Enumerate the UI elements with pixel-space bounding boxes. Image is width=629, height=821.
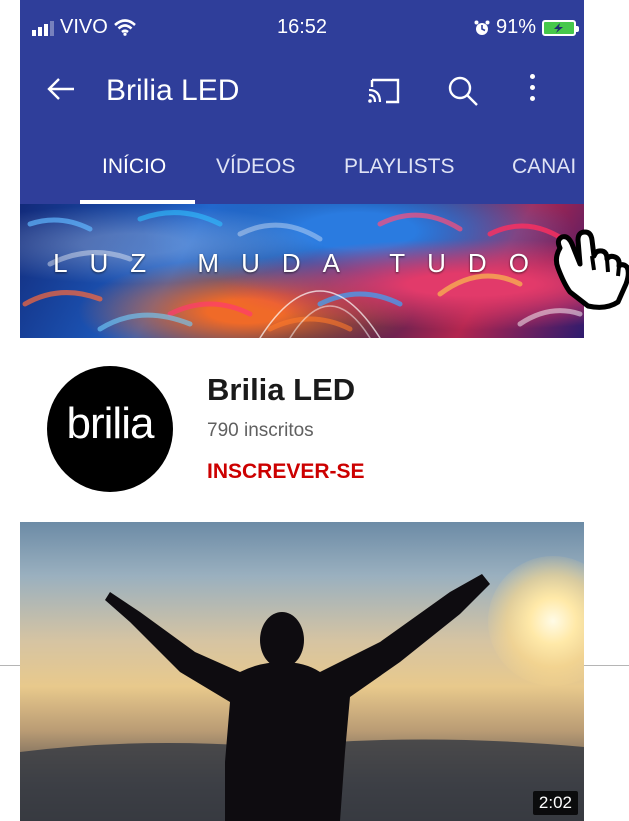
status-bar: VIVO 16:52 91%	[20, 0, 584, 52]
more-vert-icon[interactable]	[528, 74, 536, 107]
app-bar-title: Brilia LED	[106, 74, 240, 107]
alarm-icon	[474, 20, 490, 35]
cast-icon[interactable]	[366, 76, 402, 111]
phone-screen: VIVO 16:52 91% Brilia LED INÍCIO VÍDEOS …	[20, 0, 584, 821]
status-right: 91%	[474, 16, 579, 39]
app-bar: Brilia LED	[20, 52, 584, 130]
right-divider-line	[584, 665, 629, 666]
tab-canais[interactable]: CANAI	[512, 155, 576, 179]
tab-videos[interactable]: VÍDEOS	[216, 155, 295, 179]
channel-tabs: INÍCIO VÍDEOS PLAYLISTS CANAI	[20, 130, 584, 204]
left-divider-line	[0, 665, 20, 666]
video-thumbnail[interactable]: 2:02	[20, 522, 584, 821]
channel-name: Brilia LED	[207, 372, 356, 407]
subscribe-button[interactable]: INSCREVER-SE	[207, 460, 365, 484]
pointing-hand-icon	[553, 229, 629, 310]
back-arrow-icon[interactable]	[46, 74, 76, 110]
subscriber-count: 790 inscritos	[207, 420, 314, 441]
tab-inicio[interactable]: INÍCIO	[102, 155, 166, 179]
person-silhouette	[20, 574, 584, 821]
battery-icon	[542, 19, 579, 36]
tab-playlists[interactable]: PLAYLISTS	[344, 155, 455, 179]
avatar-logo-text: brilia	[66, 399, 155, 448]
video-duration: 2:02	[532, 791, 578, 815]
search-icon[interactable]	[446, 74, 480, 113]
banner-text: LUZ MUDA TUDO	[53, 248, 551, 278]
channel-avatar[interactable]: brilia	[47, 366, 173, 492]
battery-percent: 91%	[495, 16, 536, 38]
channel-header: brilia Brilia LED 790 inscritos INSCREVE…	[20, 338, 584, 522]
channel-banner: LUZ MUDA TUDO	[20, 204, 584, 338]
